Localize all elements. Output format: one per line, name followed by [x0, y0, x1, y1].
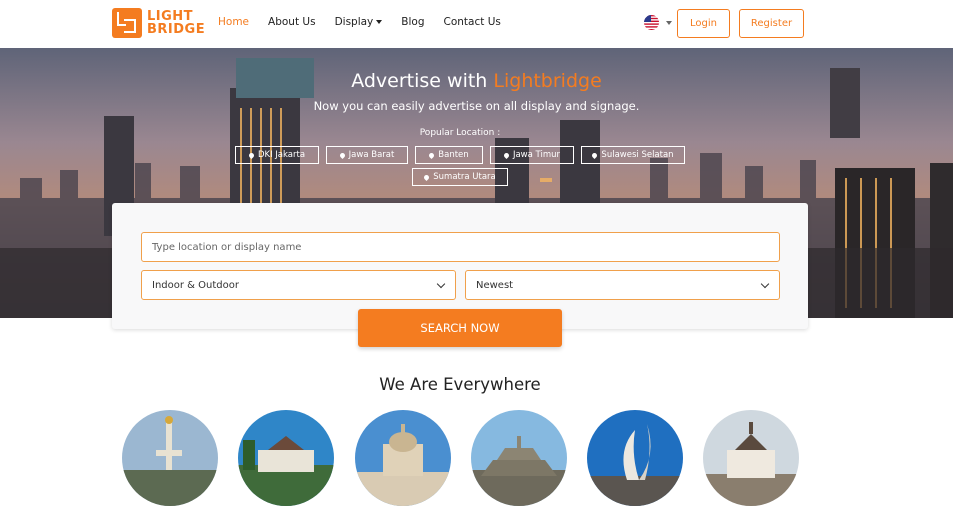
nav-display[interactable]: Display [335, 16, 383, 28]
chevron-down-icon [376, 20, 383, 24]
magelang-borobudur-image[interactable] [471, 410, 567, 506]
bogor-palace-image[interactable] [238, 410, 334, 506]
display-type-select[interactable]: Indoor & Outdoor [141, 270, 456, 300]
location-chip-dki-jakarta[interactable]: DKI Jakarta [235, 146, 319, 164]
map-marker-icon [247, 151, 256, 159]
nav-home[interactable]: Home [218, 16, 249, 28]
location-chip-banten[interactable]: Banten [415, 146, 483, 164]
medan-building-image[interactable] [703, 410, 799, 506]
location-search-input[interactable]: Type location or display name [141, 232, 780, 262]
map-marker-icon [428, 151, 436, 159]
language-chevron-down-icon[interactable] [666, 21, 672, 25]
main-menu: Home About Us Display Blog Contact Us [218, 16, 520, 28]
location-chip-sulawesi-selatan[interactable]: Sulawesi Selatan [581, 146, 685, 164]
hero-title: Advertise with Lightbridge [351, 70, 602, 92]
chevron-down-icon [436, 279, 446, 289]
brand-name: LIGHT BRIDGE [147, 9, 206, 37]
search-now-button[interactable]: SEARCH NOW [358, 309, 562, 347]
we-are-everywhere-title: We Are Everywhere [379, 375, 541, 394]
location-chip-sumatra-utara[interactable]: Sumatra Utara [412, 168, 508, 186]
sort-select[interactable]: Newest [465, 270, 780, 300]
jakarta-monas-image[interactable] [122, 410, 218, 506]
hero-subtitle: Now you can easily advertise on all disp… [313, 99, 640, 113]
top-navbar: LIGHT BRIDGE Home About Us Display Blog … [0, 0, 953, 48]
map-marker-icon [338, 151, 346, 159]
display-type-value: Indoor & Outdoor [152, 279, 239, 291]
hero-title-highlight: Lightbridge [493, 70, 602, 92]
semarang-mosque-image[interactable] [355, 410, 451, 506]
nav-contact-us[interactable]: Contact Us [444, 16, 501, 28]
sort-value: Newest [476, 279, 514, 291]
nav-blog[interactable]: Blog [401, 16, 424, 28]
us-flag-icon[interactable] [644, 15, 659, 30]
brand-logo[interactable]: LIGHT BRIDGE [112, 8, 205, 38]
popular-location-label: Popular Location : [419, 128, 501, 138]
surabaya-monument-image[interactable] [587, 410, 683, 506]
register-button[interactable]: Register [739, 9, 804, 38]
nav-about-us[interactable]: About Us [268, 16, 316, 28]
lightbridge-logo-icon [112, 8, 142, 38]
map-marker-icon [502, 151, 511, 159]
nav-display-label: Display [334, 16, 374, 28]
location-chip-jawa-barat[interactable]: Jawa Barat [326, 146, 408, 164]
map-marker-icon [591, 151, 599, 159]
chevron-down-icon [760, 279, 770, 289]
map-marker-icon [423, 173, 431, 181]
login-button[interactable]: Login [677, 9, 730, 38]
location-chip-jawa-timur[interactable]: Jawa Timur [490, 146, 574, 164]
